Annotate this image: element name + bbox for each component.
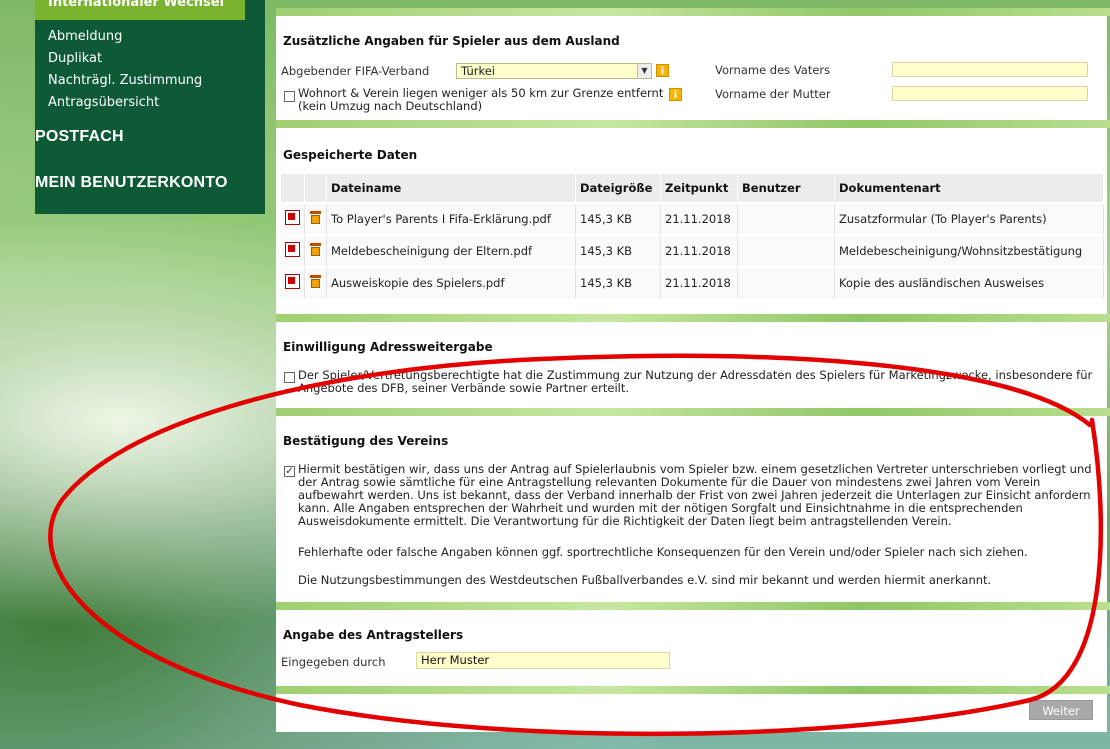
- panel-footer: Weiter: [276, 694, 1107, 732]
- file-type: Zusatzformular (To Player's Parents): [834, 202, 1104, 235]
- consent-checkbox[interactable]: [284, 372, 295, 383]
- sidebar: Internationaler Wechsel Abmeldung Duplik…: [35, 0, 265, 214]
- file-user: [737, 266, 835, 298]
- sidebar-item-nachtraegl-zustimmung[interactable]: Nachträgl. Zustimmung: [48, 73, 202, 88]
- section-separator: [276, 408, 1110, 416]
- section-separator: [276, 8, 1110, 16]
- panel-consent: Einwilligung Adressweitergabe Der Spiele…: [276, 322, 1107, 408]
- file-user: [737, 202, 835, 235]
- trash-icon[interactable]: [309, 275, 322, 288]
- file-type: Meldebescheinigung/Wohnsitzbestätigung: [834, 234, 1104, 267]
- sidebar-item-abmeldung[interactable]: Abmeldung: [48, 29, 122, 44]
- info-icon[interactable]: i: [656, 64, 669, 77]
- table-row: Ausweiskopie des Spielers.pdf 145,3 KB 2…: [281, 266, 1104, 298]
- verein-checkbox[interactable]: ✓: [284, 466, 295, 477]
- pdf-icon[interactable]: [285, 210, 300, 225]
- file-name[interactable]: Meldebescheinigung der Eltern.pdf: [326, 234, 576, 267]
- file-date: 21.11.2018: [660, 202, 738, 235]
- mother-label: Vorname der Mutter: [715, 87, 831, 101]
- file-date: 21.11.2018: [660, 266, 738, 298]
- distance-checkbox[interactable]: [284, 91, 295, 102]
- verein-text: Hiermit bestätigen wir, dass uns der Ant…: [298, 462, 1092, 528]
- pdf-icon[interactable]: [285, 242, 300, 257]
- file-size: 145,3 KB: [575, 234, 661, 267]
- section-separator: [276, 602, 1110, 610]
- trash-icon[interactable]: [309, 211, 322, 224]
- mother-name-input[interactable]: [892, 86, 1088, 101]
- section-title-ausland: Zusätzliche Angaben für Spieler aus dem …: [283, 34, 620, 48]
- file-user: [737, 234, 835, 267]
- main-content: Zusätzliche Angaben für Spieler aus dem …: [276, 0, 1110, 749]
- distance-label: Wohnort & Verein liegen weniger als 50 k…: [298, 86, 664, 113]
- sidebar-heading-benutzerkonto[interactable]: MEIN BENUTZERKONTO: [35, 174, 228, 192]
- section-separator: [276, 314, 1110, 322]
- info-icon[interactable]: i: [669, 88, 682, 101]
- col-dateiname: Dateiname: [326, 174, 576, 203]
- panel-antragsteller: Angabe des Antragstellers Eingegeben dur…: [276, 610, 1107, 686]
- antragsteller-input[interactable]: Herr Muster: [416, 652, 670, 669]
- weiter-button[interactable]: Weiter: [1029, 700, 1093, 720]
- col-dokumentenart: Dokumentenart: [834, 174, 1104, 203]
- section-title-antragsteller: Angabe des Antragstellers: [283, 628, 464, 642]
- trash-icon[interactable]: [309, 243, 322, 256]
- col-benutzer: Benutzer: [737, 174, 835, 203]
- fifa-selected-value: Türkei: [461, 64, 495, 78]
- sidebar-item-antragsuebersicht[interactable]: Antragsübersicht: [48, 95, 159, 110]
- file-type: Kopie des ausländischen Ausweises: [834, 266, 1104, 298]
- file-size: 145,3 KB: [575, 202, 661, 235]
- fifa-label: Abgebender FIFA-Verband: [281, 64, 430, 78]
- file-name[interactable]: To Player's Parents I Fifa-Erklärung.pdf: [326, 202, 576, 235]
- pdf-icon[interactable]: [285, 274, 300, 289]
- fifa-select[interactable]: Türkei ▼: [456, 63, 652, 79]
- section-separator: [276, 120, 1110, 128]
- sidebar-item-internationaler-wechsel[interactable]: Internationaler Wechsel: [35, 0, 245, 20]
- col-dateigroesse: Dateigröße: [575, 174, 661, 203]
- father-name-input[interactable]: [892, 62, 1088, 77]
- antragsteller-label: Eingegeben durch: [281, 655, 386, 669]
- file-size: 145,3 KB: [575, 266, 661, 298]
- section-separator: [276, 686, 1110, 694]
- father-label: Vorname des Vaters: [715, 63, 831, 77]
- table-row: Meldebescheinigung der Eltern.pdf 145,3 …: [281, 234, 1104, 267]
- chevron-down-icon[interactable]: ▼: [637, 64, 651, 78]
- col-zeitpunkt: Zeitpunkt: [660, 174, 738, 203]
- files-table: Dateiname Dateigröße Zeitpunkt Benutzer …: [281, 174, 1104, 298]
- file-date: 21.11.2018: [660, 234, 738, 267]
- table-row: To Player's Parents I Fifa-Erklärung.pdf…: [281, 202, 1104, 235]
- sidebar-item-duplikat[interactable]: Duplikat: [48, 51, 102, 66]
- section-title-consent: Einwilligung Adressweitergabe: [283, 340, 493, 354]
- consent-text: Der Spieler/Vertretungsberechtigte hat d…: [298, 368, 1093, 395]
- table-header-row: Dateiname Dateigröße Zeitpunkt Benutzer …: [281, 174, 1104, 203]
- section-title-verein: Bestätigung des Vereins: [283, 434, 449, 448]
- verein-note-2: Die Nutzungsbestimmungen des Westdeutsch…: [298, 573, 992, 587]
- sidebar-heading-postfach[interactable]: POSTFACH: [35, 128, 124, 146]
- panel-verein: Bestätigung des Vereins ✓ Hiermit bestät…: [276, 416, 1107, 602]
- panel-ausland: Zusätzliche Angaben für Spieler aus dem …: [276, 16, 1107, 120]
- file-name[interactable]: Ausweiskopie des Spielers.pdf: [326, 266, 576, 298]
- verein-note-1: Fehlerhafte oder falsche Angaben können …: [298, 545, 1028, 559]
- section-title-files: Gespeicherte Daten: [283, 148, 418, 162]
